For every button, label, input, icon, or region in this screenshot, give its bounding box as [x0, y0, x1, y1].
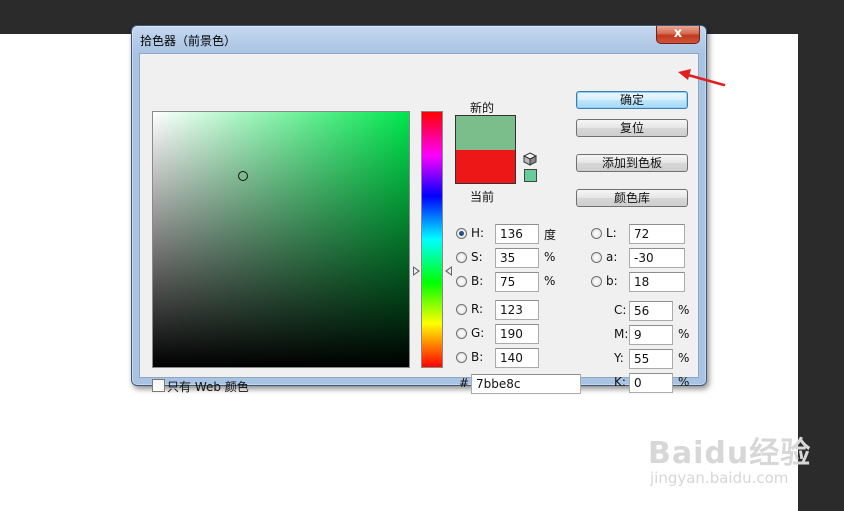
- lab-b-label: b:: [606, 274, 618, 288]
- yellow-label: Y:: [614, 351, 624, 365]
- black-unit: %: [678, 375, 690, 389]
- hue-unit: 度: [544, 228, 557, 242]
- radio-red[interactable]: [456, 304, 467, 315]
- saturation-unit: %: [544, 250, 556, 264]
- dialog-title: 拾色器（前景色）: [140, 34, 237, 48]
- color-libraries-button[interactable]: 颜色库: [576, 189, 688, 207]
- watermark: Baidu经验 jingyan.baidu.com: [648, 428, 812, 487]
- brightness-unit: %: [544, 274, 556, 288]
- green-label: G:: [471, 326, 485, 340]
- color-picker-ring[interactable]: [237, 170, 248, 181]
- yellow-unit: %: [678, 351, 690, 365]
- cyan-unit: %: [678, 303, 690, 317]
- magenta-input[interactable]: [629, 325, 673, 345]
- green-input[interactable]: [495, 324, 539, 344]
- current-color-label: 当前: [470, 190, 495, 204]
- saturation-input[interactable]: [495, 248, 539, 268]
- current-color-swatch[interactable]: [456, 150, 515, 183]
- only-web-colors-checkbox[interactable]: [152, 379, 165, 392]
- radio-brightness[interactable]: [456, 276, 467, 287]
- lab-b-input[interactable]: [629, 272, 685, 292]
- red-label: R:: [471, 302, 484, 316]
- black-label: K:: [614, 375, 626, 389]
- magenta-label: M:: [614, 327, 629, 341]
- hex-input[interactable]: [471, 374, 581, 394]
- brightness-input[interactable]: [495, 272, 539, 292]
- lab-a-input[interactable]: [629, 248, 685, 268]
- watermark-brand: Baidu经验: [648, 436, 812, 471]
- ok-button[interactable]: 确定: [576, 91, 688, 109]
- new-color-label: 新的: [470, 101, 495, 115]
- hue-label: H:: [471, 226, 485, 240]
- cyan-label: C:: [614, 303, 627, 317]
- only-web-colors-label: 只有 Web 颜色: [167, 380, 249, 394]
- radio-hue[interactable]: [456, 228, 467, 239]
- hue-slider-left-arrow-icon[interactable]: [413, 265, 420, 276]
- web-safe-cube-icon[interactable]: [523, 152, 537, 166]
- magenta-unit: %: [678, 327, 690, 341]
- radio-blue[interactable]: [456, 352, 467, 363]
- title-bar[interactable]: 拾色器（前景色） x: [132, 26, 706, 52]
- saturation-label: S:: [471, 250, 483, 264]
- color-field-black-gradient: [153, 112, 409, 367]
- radio-saturation[interactable]: [456, 252, 467, 263]
- reset-button[interactable]: 复位: [576, 119, 688, 137]
- brightness-label: B:: [471, 274, 484, 288]
- new-color-swatch: [456, 116, 515, 150]
- blue-label: B:: [471, 350, 484, 364]
- dialog-client-area: 新的 当前 确定 复位 添加到色板 颜色库 H: 度 S: % B: %: [139, 53, 699, 394]
- annotation-arrow-icon: [678, 69, 726, 87]
- hue-input[interactable]: [495, 224, 539, 244]
- blue-input[interactable]: [495, 348, 539, 368]
- hue-slider-right-arrow-icon[interactable]: [445, 265, 452, 276]
- close-button[interactable]: x: [656, 26, 700, 44]
- red-input[interactable]: [495, 300, 539, 320]
- lab-l-input[interactable]: [629, 224, 685, 244]
- color-picker-dialog: 拾色器（前景色） x 新的 当前 确定 复位 添加到色板 颜色库 H: 136 …: [131, 25, 707, 394]
- radio-lab-l[interactable]: [591, 228, 602, 239]
- yellow-input[interactable]: [629, 349, 673, 369]
- color-preview: [455, 115, 516, 184]
- radio-lab-b[interactable]: [591, 276, 602, 287]
- cyan-input[interactable]: [629, 301, 673, 321]
- hex-label: #: [459, 376, 470, 390]
- radio-green[interactable]: [456, 328, 467, 339]
- hue-slider[interactable]: [421, 111, 443, 368]
- lab-l-label: L:: [606, 226, 617, 240]
- color-field[interactable]: [152, 111, 410, 368]
- add-to-swatches-button[interactable]: 添加到色板: [576, 154, 688, 172]
- lab-a-label: a:: [606, 250, 618, 264]
- close-icon: x: [673, 26, 683, 41]
- web-safe-color-swatch[interactable]: [524, 169, 537, 182]
- black-input[interactable]: [629, 373, 673, 393]
- radio-lab-a[interactable]: [591, 252, 602, 263]
- watermark-url: jingyan.baidu.com: [650, 469, 789, 487]
